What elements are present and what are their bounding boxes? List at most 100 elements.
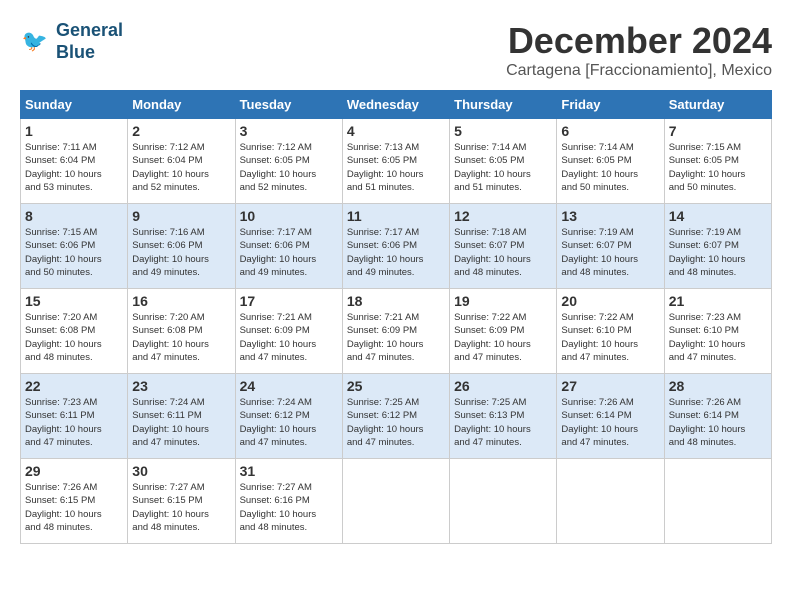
calendar-week-row: 22 Sunrise: 7:23 AMSunset: 6:11 PMDaylig… — [21, 374, 772, 459]
day-info: Sunrise: 7:11 AMSunset: 6:04 PMDaylight:… — [25, 142, 102, 193]
weekday-header-friday: Friday — [557, 91, 664, 119]
logo-text: General Blue — [56, 20, 123, 63]
day-info: Sunrise: 7:14 AMSunset: 6:05 PMDaylight:… — [561, 142, 638, 193]
month-title: December 2024 — [506, 20, 772, 62]
calendar-cell: 15 Sunrise: 7:20 AMSunset: 6:08 PMDaylig… — [21, 289, 128, 374]
calendar-cell: 1 Sunrise: 7:11 AMSunset: 6:04 PMDayligh… — [21, 119, 128, 204]
day-number: 1 — [25, 123, 123, 139]
day-number: 22 — [25, 378, 123, 394]
calendar-cell: 19 Sunrise: 7:22 AMSunset: 6:09 PMDaylig… — [450, 289, 557, 374]
calendar-week-row: 29 Sunrise: 7:26 AMSunset: 6:15 PMDaylig… — [21, 459, 772, 544]
day-info: Sunrise: 7:26 AMSunset: 6:14 PMDaylight:… — [669, 397, 746, 448]
day-number: 26 — [454, 378, 552, 394]
day-info: Sunrise: 7:18 AMSunset: 6:07 PMDaylight:… — [454, 227, 531, 278]
day-info: Sunrise: 7:19 AMSunset: 6:07 PMDaylight:… — [561, 227, 638, 278]
day-number: 18 — [347, 293, 445, 309]
day-info: Sunrise: 7:17 AMSunset: 6:06 PMDaylight:… — [240, 227, 317, 278]
weekday-header-wednesday: Wednesday — [342, 91, 449, 119]
calendar-cell: 22 Sunrise: 7:23 AMSunset: 6:11 PMDaylig… — [21, 374, 128, 459]
day-info: Sunrise: 7:23 AMSunset: 6:10 PMDaylight:… — [669, 312, 746, 363]
weekday-header-sunday: Sunday — [21, 91, 128, 119]
calendar-cell: 10 Sunrise: 7:17 AMSunset: 6:06 PMDaylig… — [235, 204, 342, 289]
calendar-cell — [450, 459, 557, 544]
day-info: Sunrise: 7:24 AMSunset: 6:11 PMDaylight:… — [132, 397, 209, 448]
day-number: 21 — [669, 293, 767, 309]
day-number: 30 — [132, 463, 230, 479]
calendar-cell: 3 Sunrise: 7:12 AMSunset: 6:05 PMDayligh… — [235, 119, 342, 204]
calendar-cell: 13 Sunrise: 7:19 AMSunset: 6:07 PMDaylig… — [557, 204, 664, 289]
day-number: 29 — [25, 463, 123, 479]
day-number: 28 — [669, 378, 767, 394]
day-number: 17 — [240, 293, 338, 309]
day-info: Sunrise: 7:21 AMSunset: 6:09 PMDaylight:… — [347, 312, 424, 363]
calendar-week-row: 1 Sunrise: 7:11 AMSunset: 6:04 PMDayligh… — [21, 119, 772, 204]
svg-text:🐦: 🐦 — [22, 30, 48, 53]
logo: 🐦 General Blue — [20, 20, 123, 63]
calendar-cell — [557, 459, 664, 544]
day-info: Sunrise: 7:26 AMSunset: 6:15 PMDaylight:… — [25, 482, 102, 533]
calendar-cell: 28 Sunrise: 7:26 AMSunset: 6:14 PMDaylig… — [664, 374, 771, 459]
day-number: 2 — [132, 123, 230, 139]
header: 🐦 General Blue December 2024 Cartagena [… — [20, 20, 772, 80]
day-info: Sunrise: 7:21 AMSunset: 6:09 PMDaylight:… — [240, 312, 317, 363]
calendar-cell: 29 Sunrise: 7:26 AMSunset: 6:15 PMDaylig… — [21, 459, 128, 544]
day-number: 5 — [454, 123, 552, 139]
day-number: 8 — [25, 208, 123, 224]
calendar-cell: 6 Sunrise: 7:14 AMSunset: 6:05 PMDayligh… — [557, 119, 664, 204]
day-number: 31 — [240, 463, 338, 479]
calendar-cell: 24 Sunrise: 7:24 AMSunset: 6:12 PMDaylig… — [235, 374, 342, 459]
calendar-cell: 20 Sunrise: 7:22 AMSunset: 6:10 PMDaylig… — [557, 289, 664, 374]
day-info: Sunrise: 7:20 AMSunset: 6:08 PMDaylight:… — [132, 312, 209, 363]
weekday-header-saturday: Saturday — [664, 91, 771, 119]
calendar-cell: 16 Sunrise: 7:20 AMSunset: 6:08 PMDaylig… — [128, 289, 235, 374]
day-info: Sunrise: 7:17 AMSunset: 6:06 PMDaylight:… — [347, 227, 424, 278]
day-number: 25 — [347, 378, 445, 394]
calendar-cell — [664, 459, 771, 544]
day-number: 11 — [347, 208, 445, 224]
day-info: Sunrise: 7:12 AMSunset: 6:04 PMDaylight:… — [132, 142, 209, 193]
calendar-cell: 17 Sunrise: 7:21 AMSunset: 6:09 PMDaylig… — [235, 289, 342, 374]
day-info: Sunrise: 7:14 AMSunset: 6:05 PMDaylight:… — [454, 142, 531, 193]
day-number: 27 — [561, 378, 659, 394]
day-info: Sunrise: 7:27 AMSunset: 6:15 PMDaylight:… — [132, 482, 209, 533]
day-info: Sunrise: 7:26 AMSunset: 6:14 PMDaylight:… — [561, 397, 638, 448]
day-number: 10 — [240, 208, 338, 224]
day-number: 13 — [561, 208, 659, 224]
calendar-cell: 23 Sunrise: 7:24 AMSunset: 6:11 PMDaylig… — [128, 374, 235, 459]
calendar-week-row: 8 Sunrise: 7:15 AMSunset: 6:06 PMDayligh… — [21, 204, 772, 289]
weekday-header-tuesday: Tuesday — [235, 91, 342, 119]
day-info: Sunrise: 7:16 AMSunset: 6:06 PMDaylight:… — [132, 227, 209, 278]
day-info: Sunrise: 7:22 AMSunset: 6:10 PMDaylight:… — [561, 312, 638, 363]
calendar-cell: 7 Sunrise: 7:15 AMSunset: 6:05 PMDayligh… — [664, 119, 771, 204]
day-number: 9 — [132, 208, 230, 224]
day-info: Sunrise: 7:15 AMSunset: 6:05 PMDaylight:… — [669, 142, 746, 193]
day-info: Sunrise: 7:15 AMSunset: 6:06 PMDaylight:… — [25, 227, 102, 278]
day-number: 20 — [561, 293, 659, 309]
calendar-table: SundayMondayTuesdayWednesdayThursdayFrid… — [20, 90, 772, 544]
calendar-cell — [342, 459, 449, 544]
weekday-header-row: SundayMondayTuesdayWednesdayThursdayFrid… — [21, 91, 772, 119]
weekday-header-thursday: Thursday — [450, 91, 557, 119]
calendar-cell: 18 Sunrise: 7:21 AMSunset: 6:09 PMDaylig… — [342, 289, 449, 374]
day-number: 14 — [669, 208, 767, 224]
calendar-cell: 25 Sunrise: 7:25 AMSunset: 6:12 PMDaylig… — [342, 374, 449, 459]
day-number: 4 — [347, 123, 445, 139]
calendar-cell: 5 Sunrise: 7:14 AMSunset: 6:05 PMDayligh… — [450, 119, 557, 204]
calendar-cell: 21 Sunrise: 7:23 AMSunset: 6:10 PMDaylig… — [664, 289, 771, 374]
calendar-cell: 8 Sunrise: 7:15 AMSunset: 6:06 PMDayligh… — [21, 204, 128, 289]
calendar-cell: 4 Sunrise: 7:13 AMSunset: 6:05 PMDayligh… — [342, 119, 449, 204]
day-info: Sunrise: 7:27 AMSunset: 6:16 PMDaylight:… — [240, 482, 317, 533]
day-info: Sunrise: 7:12 AMSunset: 6:05 PMDaylight:… — [240, 142, 317, 193]
calendar-cell: 31 Sunrise: 7:27 AMSunset: 6:16 PMDaylig… — [235, 459, 342, 544]
day-info: Sunrise: 7:25 AMSunset: 6:12 PMDaylight:… — [347, 397, 424, 448]
weekday-header-monday: Monday — [128, 91, 235, 119]
day-info: Sunrise: 7:13 AMSunset: 6:05 PMDaylight:… — [347, 142, 424, 193]
calendar-cell: 9 Sunrise: 7:16 AMSunset: 6:06 PMDayligh… — [128, 204, 235, 289]
day-number: 16 — [132, 293, 230, 309]
calendar-cell: 27 Sunrise: 7:26 AMSunset: 6:14 PMDaylig… — [557, 374, 664, 459]
title-area: December 2024 Cartagena [Fraccionamiento… — [506, 20, 772, 80]
location-title: Cartagena [Fraccionamiento], Mexico — [506, 62, 772, 80]
day-number: 23 — [132, 378, 230, 394]
calendar-cell: 11 Sunrise: 7:17 AMSunset: 6:06 PMDaylig… — [342, 204, 449, 289]
day-info: Sunrise: 7:24 AMSunset: 6:12 PMDaylight:… — [240, 397, 317, 448]
